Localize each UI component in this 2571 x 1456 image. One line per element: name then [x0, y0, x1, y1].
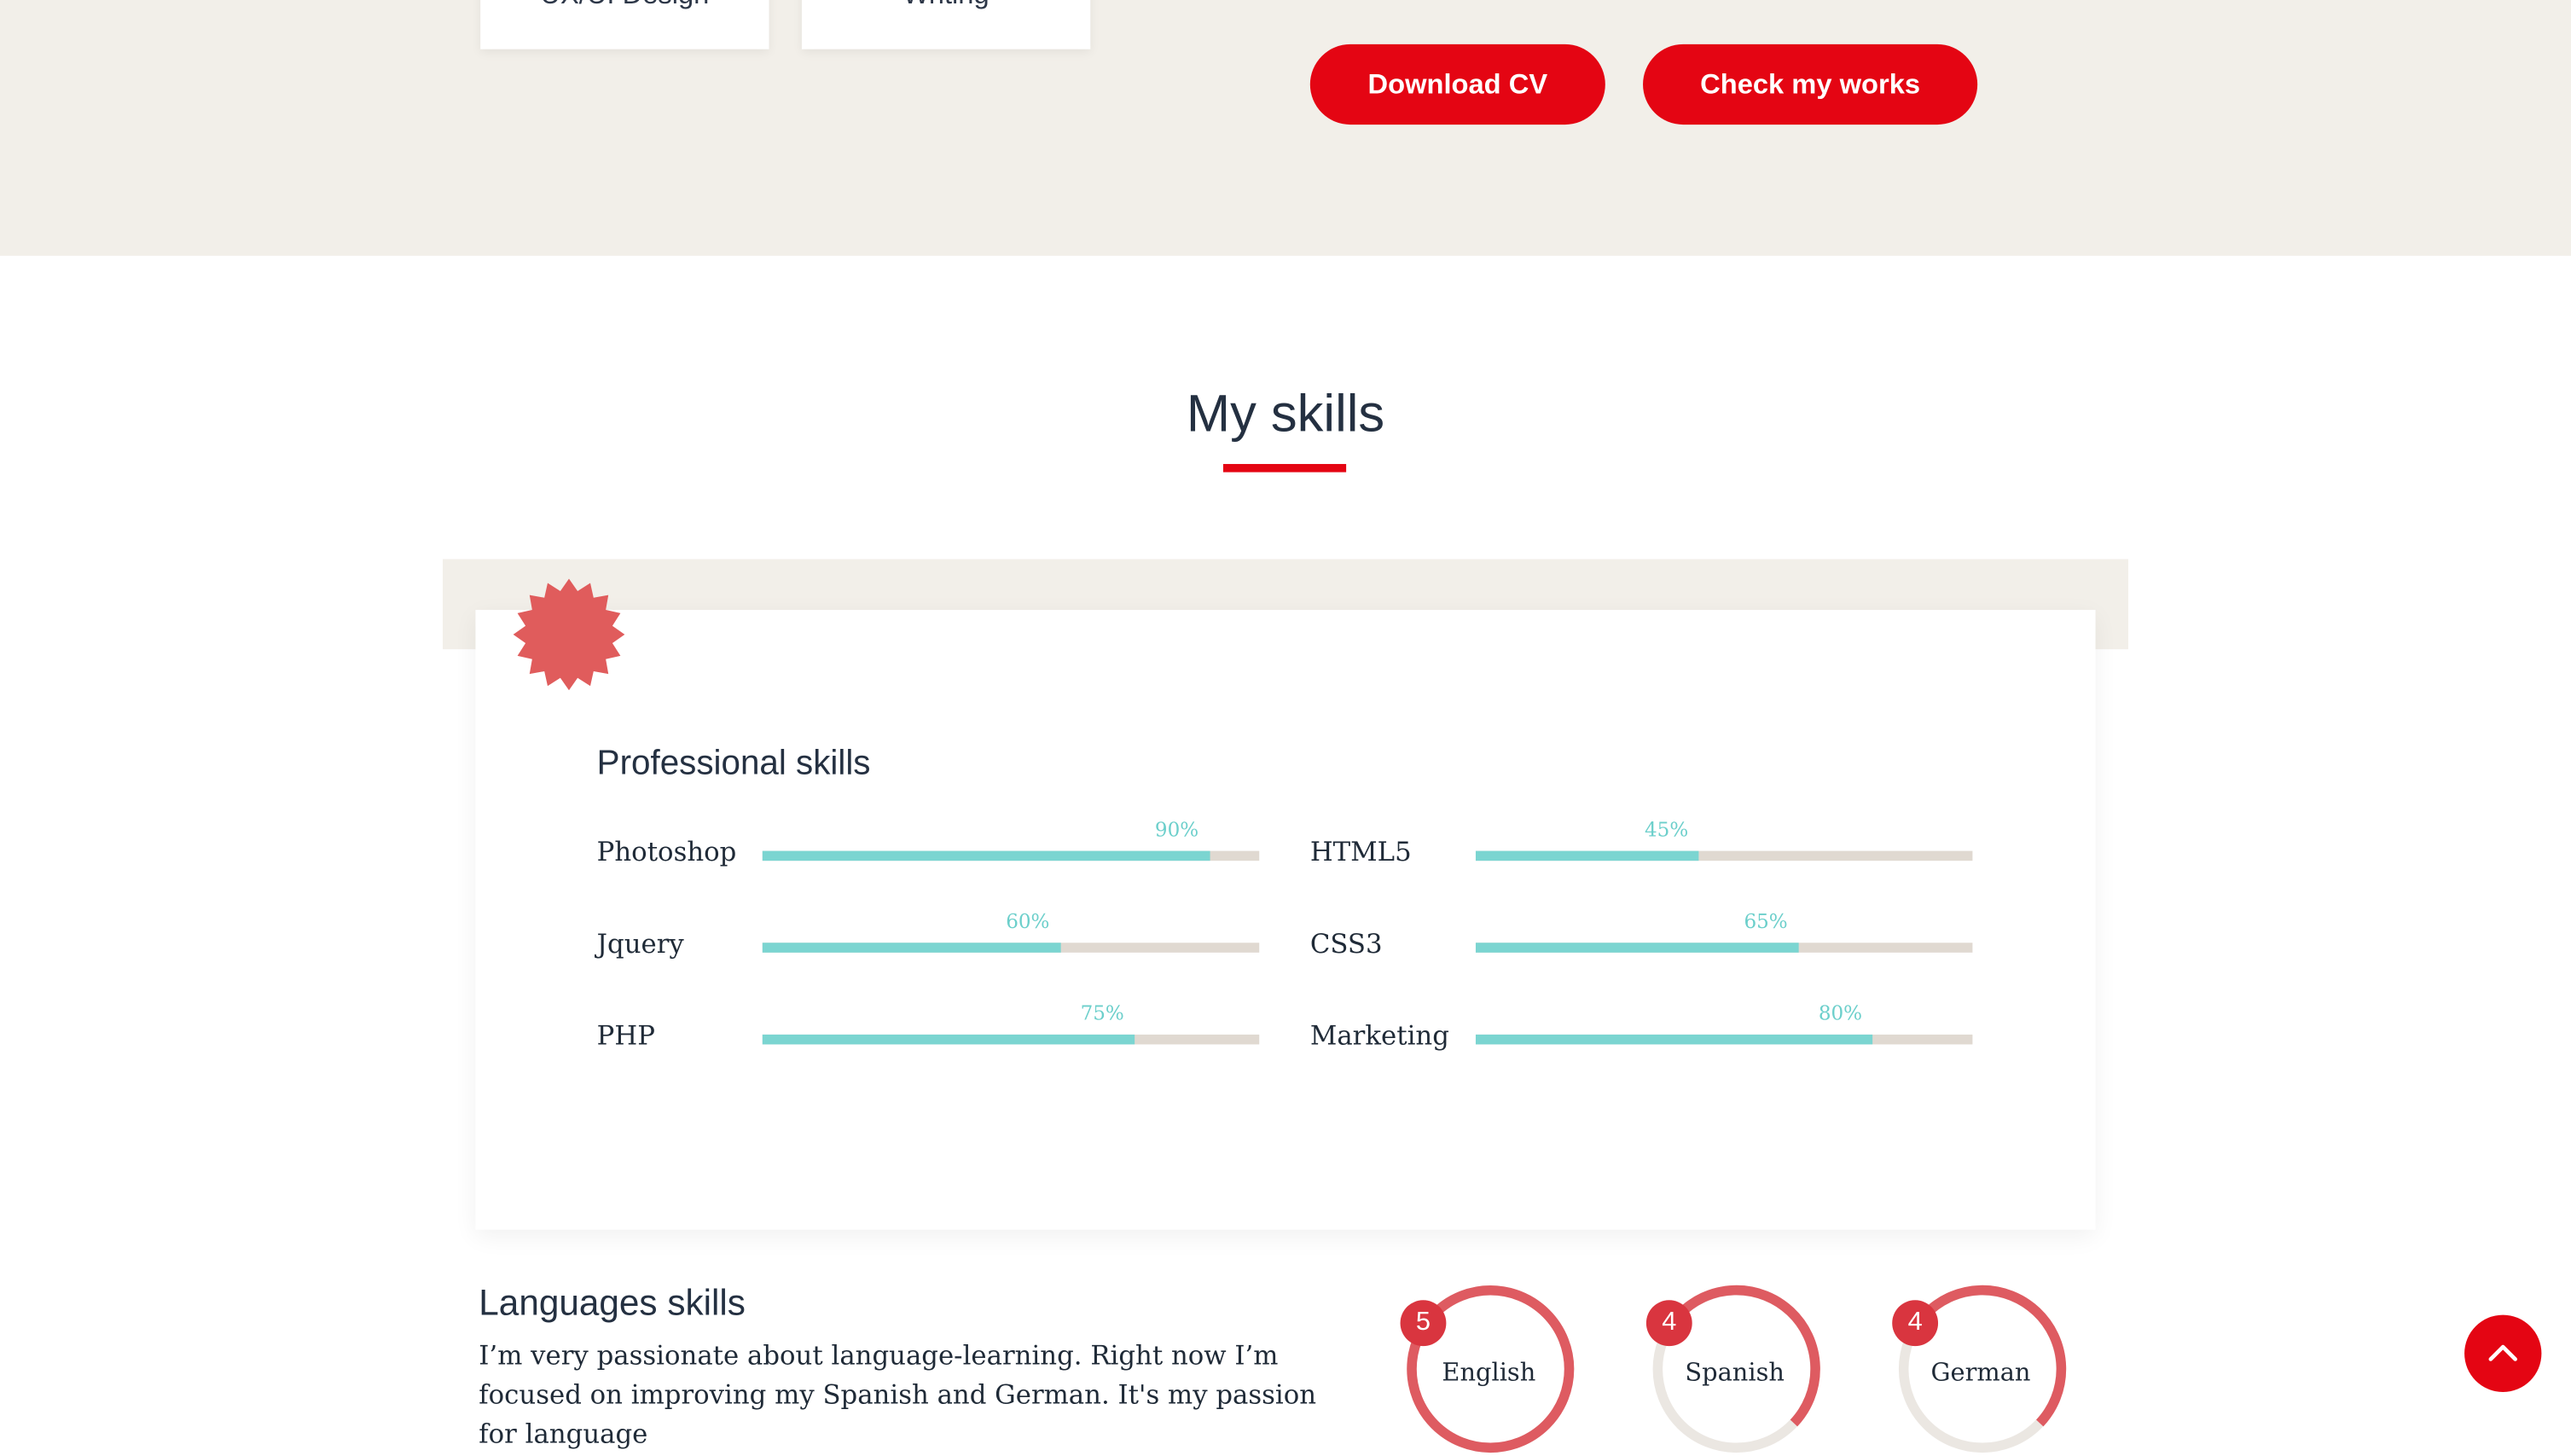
skill-name: Marketing — [1309, 1019, 1449, 1052]
language-spanish: 4 Spanish — [1645, 1282, 1824, 1456]
skill-bar-track — [1475, 943, 1973, 953]
language-german: 4 German — [1892, 1282, 2069, 1456]
skill-bar-fill — [1475, 943, 1799, 953]
service-card-label: UX/UI Design — [480, 0, 769, 11]
page: UX/UI Design Writing Download CV Check m… — [0, 0, 2571, 1453]
language-name: Spanish — [1685, 1357, 1785, 1388]
skill-percent-label: 60% — [1006, 909, 1050, 933]
skill-bar-track — [762, 1034, 1260, 1045]
skill-bar-fill — [1475, 1034, 1873, 1045]
skill-bar-fill — [762, 850, 1210, 861]
professional-skills-heading: Professional skills — [596, 744, 871, 782]
skill-bar-track — [762, 943, 1260, 953]
service-card-label: Writing — [802, 0, 1090, 11]
skill-name: CSS3 — [1309, 927, 1383, 960]
skill-bar-fill — [762, 1034, 1135, 1045]
scroll-to-top-button[interactable] — [2464, 1314, 2542, 1392]
chevron-up-icon — [2488, 1344, 2517, 1361]
skill-percent-label: 65% — [1744, 909, 1788, 933]
download-cv-button[interactable]: Download CV — [1309, 44, 1605, 125]
language-level-badge: 5 — [1400, 1300, 1447, 1347]
skill-percent-label: 75% — [1080, 1001, 1124, 1025]
check-my-works-button[interactable]: Check my works — [1643, 44, 1978, 125]
service-card-ux-ui: UX/UI Design — [480, 0, 769, 49]
languages-description: I’m very passionate about language-learn… — [479, 1339, 1317, 1450]
language-english: 5 English — [1400, 1282, 1577, 1456]
language-name: German — [1930, 1357, 2031, 1388]
title-underline — [1222, 463, 1347, 473]
language-level-badge: 4 — [1645, 1300, 1692, 1347]
skill-name: HTML5 — [1309, 836, 1412, 867]
skill-bar-fill — [762, 943, 1061, 953]
skill-percent-label: 80% — [1818, 1001, 1863, 1025]
skill-name: Jquery — [596, 927, 684, 960]
service-card-writing: Writing — [801, 0, 1091, 49]
skill-percent-label: 90% — [1154, 818, 1199, 842]
language-level-badge: 4 — [1892, 1300, 1939, 1347]
language-name: English — [1442, 1357, 1536, 1388]
skill-name: Photoshop — [596, 836, 737, 867]
skill-bar-track — [1475, 850, 1973, 861]
professional-skills-card — [475, 610, 2096, 1230]
skill-bar-track — [1475, 1034, 1973, 1045]
skill-percent-label: 45% — [1644, 818, 1689, 842]
skill-name: PHP — [596, 1019, 655, 1052]
skill-bar-track — [762, 850, 1260, 861]
languages-heading: Languages skills — [479, 1282, 746, 1324]
starburst-badge-icon — [513, 578, 625, 691]
skill-bar-fill — [1475, 850, 1700, 861]
section-title: My skills — [1186, 383, 1385, 443]
hero-section: UX/UI Design Writing Download CV Check m… — [0, 0, 2571, 256]
